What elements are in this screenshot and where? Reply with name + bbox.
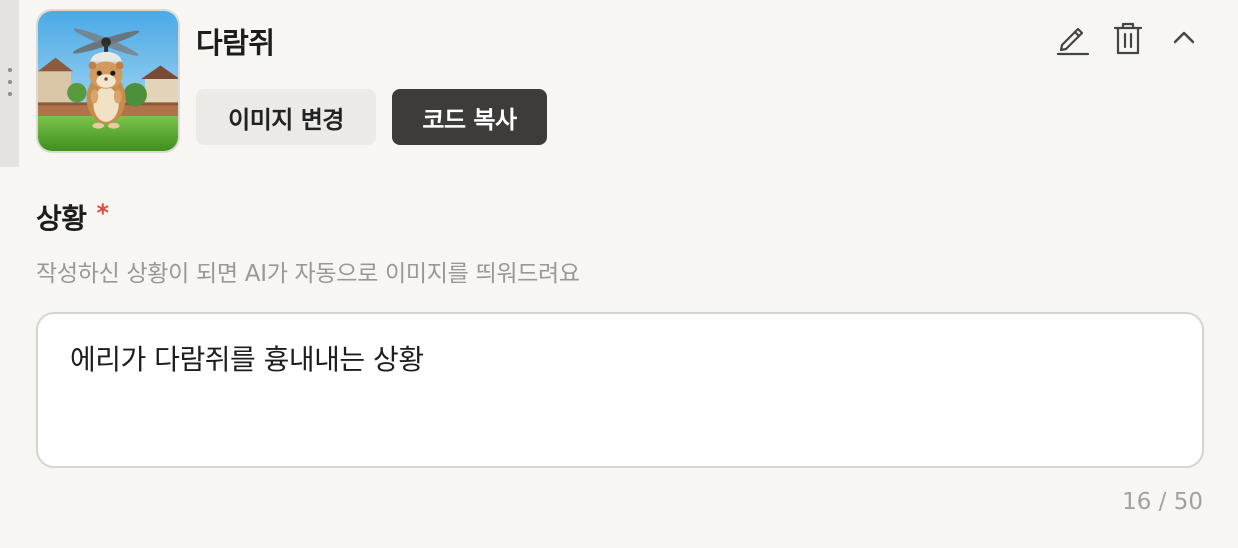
copy-code-button[interactable]: 코드 복사 <box>392 89 547 145</box>
delete-button[interactable] <box>1108 18 1148 58</box>
edit-button[interactable] <box>1052 18 1092 58</box>
collapse-button[interactable] <box>1164 18 1204 58</box>
situation-label: 상황 * <box>36 197 109 237</box>
situation-label-text: 상황 <box>36 202 87 235</box>
trash-icon <box>1113 22 1143 55</box>
character-count: 16 / 50 <box>1122 489 1203 515</box>
character-name: 다람쥐 <box>196 26 275 60</box>
change-image-button[interactable]: 이미지 변경 <box>196 89 376 145</box>
situation-hint: 작성하신 상황이 되면 AI가 자동으로 이미지를 띄워드려요 <box>36 261 580 287</box>
situation-input[interactable]: 에리가 다람쥐를 흉내내는 상황 <box>38 314 1202 466</box>
drag-handle-icon[interactable] <box>0 66 19 98</box>
required-mark: * <box>96 199 110 227</box>
character-image <box>36 9 180 153</box>
character-card: 다람쥐 이미지 변경 코드 복사 상황 * 작성하신 상황이 되면 AI가 자동… <box>0 0 1238 548</box>
pencil-icon <box>1056 27 1090 56</box>
chevron-up-icon <box>1173 31 1195 44</box>
situation-field: 에리가 다람쥐를 흉내내는 상황 <box>36 312 1204 468</box>
